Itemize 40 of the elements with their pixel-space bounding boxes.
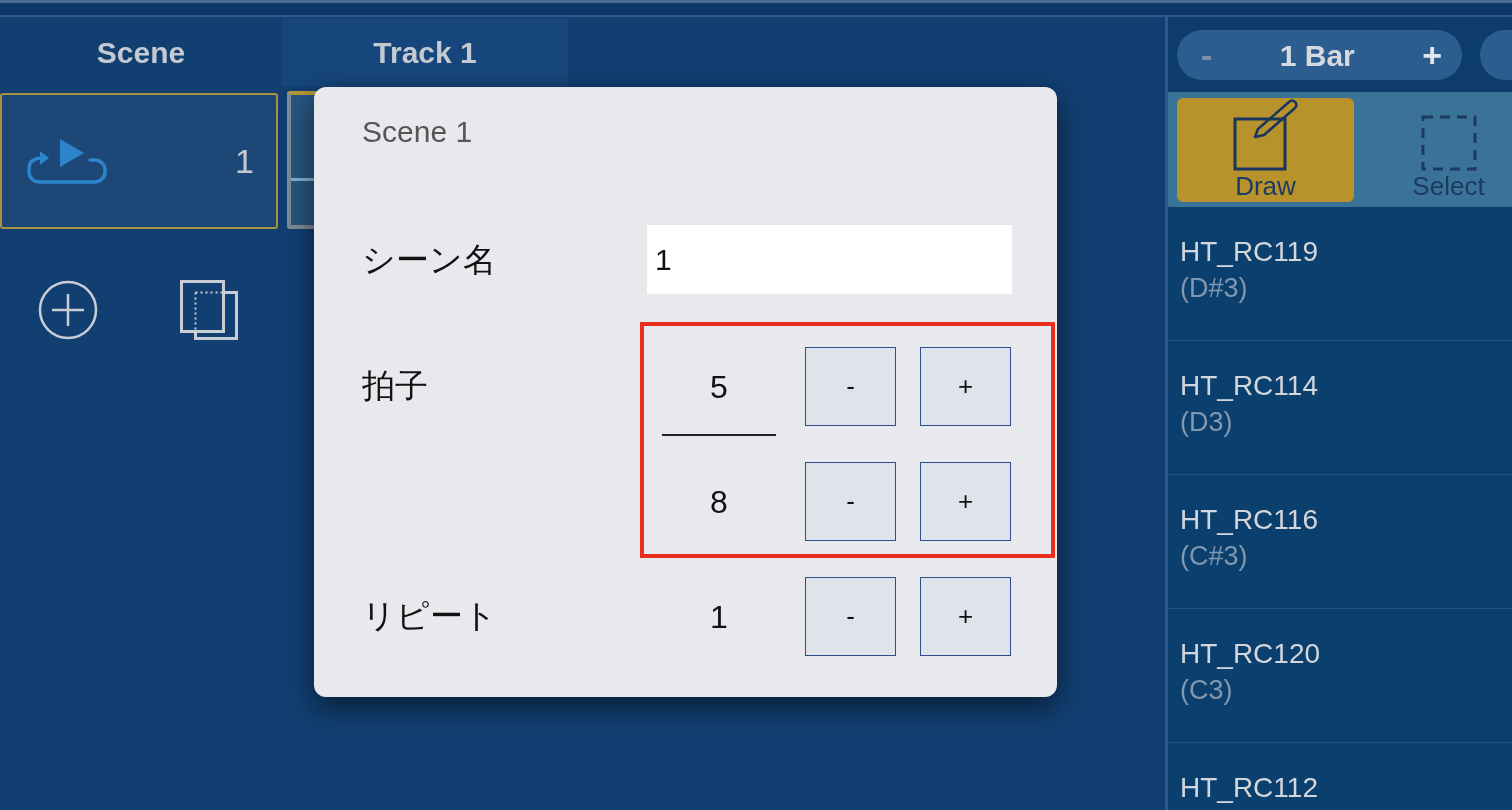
instrument-name: HT_RC114 (1180, 371, 1318, 402)
value-text: 5 (709, 367, 729, 407)
play-loop-icon (26, 137, 108, 185)
note-label: (D3) (1180, 407, 1233, 438)
note-label: (C#3) (1180, 541, 1248, 572)
instrument-name: HT_RC120 (1180, 639, 1321, 670)
field-label: リピート (362, 596, 497, 636)
scene-cell[interactable]: 1 (0, 93, 278, 229)
tool-button[interactable]: Draw (1177, 98, 1354, 202)
instrument-row[interactable]: HT_RC114 (D3) (1168, 341, 1512, 475)
dialog-title: Scene 1 (362, 115, 473, 149)
instrument-row[interactable]: HT_RC116 (C#3) (1168, 475, 1512, 609)
instrument-row[interactable]: HT_RC120 (C3) (1168, 609, 1512, 743)
scene-number: 1 (235, 140, 254, 182)
pencil-square-icon (1232, 99, 1299, 171)
instrument-name: HT_RC116 (1180, 505, 1318, 536)
decrement-button[interactable]: - (805, 347, 896, 426)
instrument-row[interactable]: HT_RC119 (D#3) (1168, 207, 1512, 341)
instrument-name: HT_RC112 (1180, 773, 1318, 804)
length-value: 1 Bar (1279, 37, 1355, 74)
duplicate-icon[interactable] (180, 280, 238, 340)
decrement-button[interactable]: - (805, 462, 896, 541)
decrement-button[interactable]: - (805, 577, 896, 656)
field-label: シーン名 (362, 239, 496, 280)
column-header: Track 1 (282, 18, 568, 86)
add-icon[interactable] (38, 280, 98, 340)
increment-button[interactable]: + (920, 462, 1011, 541)
value-text: 1 (709, 597, 729, 637)
instrument-name: HT_RC119 (1180, 237, 1318, 268)
note-label: (C3) (1180, 675, 1233, 706)
column-header: Scene (95, 34, 187, 71)
increment-button[interactable]: + (920, 347, 1011, 426)
note-label: (D#3) (1180, 273, 1248, 304)
value-text: 8 (709, 482, 729, 522)
field-label: 拍子 (362, 366, 428, 406)
dashed-square-icon (1420, 115, 1477, 171)
instrument-row[interactable]: HT_RC112 (1168, 743, 1512, 810)
increment-button[interactable]: + (920, 577, 1011, 656)
scene-name-field[interactable]: 1 (647, 225, 1012, 294)
increment-button[interactable]: + (1416, 38, 1448, 72)
